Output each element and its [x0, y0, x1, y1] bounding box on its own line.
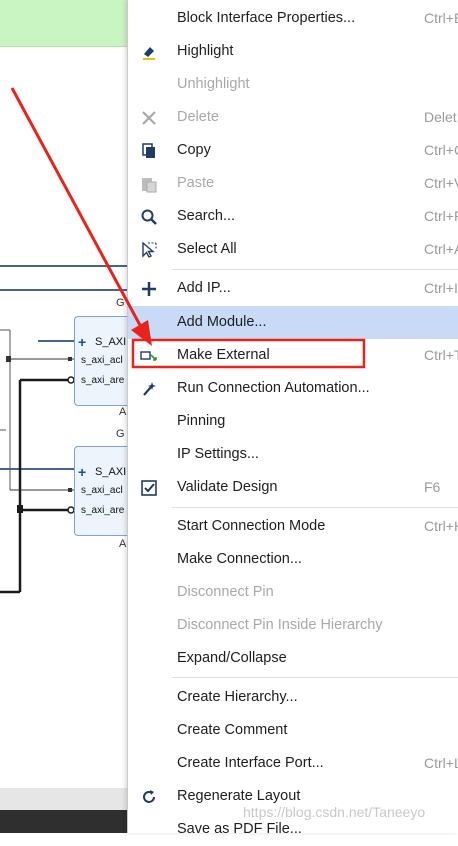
menu-item-block-interface-properties[interactable]: Block Interface Properties... Ctrl+E — [128, 2, 458, 35]
menu-item-make-external[interactable]: Make External Ctrl+T — [128, 339, 458, 372]
menu-item-label: Copy — [177, 142, 211, 158]
delete-icon — [142, 111, 156, 125]
port-s-axi: S_AXI — [95, 336, 127, 348]
highlight-icon — [143, 47, 155, 60]
menu-item-label: Paste — [177, 175, 215, 191]
menu-item-delete[interactable]: Delete Delet — [128, 101, 458, 134]
menu-item-create-hierarchy[interactable]: Create Hierarchy... — [128, 681, 458, 714]
menu-item-label: Disconnect Pin Inside Hierarchy — [177, 617, 383, 633]
menu-separator — [172, 677, 458, 678]
menu-item-run-connection-automation[interactable]: Run Connection Automation... — [128, 372, 458, 405]
menu-item-make-connection[interactable]: Make Connection... — [128, 543, 458, 576]
axi-gpio-block[interactable]: + S_AXI s_axi_acl s_axi_are — [74, 316, 132, 406]
search-icon — [141, 209, 157, 225]
menu-item-label: Make Connection... — [177, 551, 302, 567]
menu-item-unhighlight[interactable]: Unhighlight — [128, 68, 458, 101]
menu-item-label: Highlight — [177, 43, 234, 59]
menu-item-label: Add Module... — [177, 314, 267, 330]
menu-item-label: Expand/Collapse — [177, 650, 287, 666]
menu-item-shortcut: Ctrl+L — [424, 755, 458, 771]
menu-item-shortcut: F6 — [424, 479, 441, 495]
block-title: G — [116, 428, 125, 440]
expand-plus-icon[interactable]: + — [78, 465, 86, 479]
menu-item-shortcut: Ctrl+F — [424, 208, 458, 224]
block-footer: A — [119, 406, 127, 418]
menu-item-select-all[interactable]: Select All Ctrl+A — [128, 233, 458, 266]
menu-item-shortcut: Ctrl+H — [424, 518, 458, 534]
canvas-wires — [0, 265, 135, 594]
menu-item-expand-collapse[interactable]: Expand/Collapse — [128, 642, 458, 675]
port-s-axi-aclk: s_axi_acl — [81, 355, 123, 366]
port-s-axi-aclk: s_axi_acl — [81, 485, 123, 496]
make-external-icon — [140, 351, 157, 361]
menu-item-label: Delete — [177, 109, 219, 125]
add-icon — [142, 282, 156, 296]
watermark-text: https://blog.csdn.net/Taneeyo — [243, 804, 426, 820]
block-footer: A — [119, 538, 127, 550]
menu-item-shortcut: Ctrl+C — [424, 142, 458, 158]
select-all-icon — [142, 241, 157, 258]
menu-item-label: Regenerate Layout — [177, 788, 301, 804]
menu-item-pinning[interactable]: Pinning — [128, 405, 458, 438]
menu-item-shortcut: Delet — [424, 109, 457, 125]
menu-item-label: Run Connection Automation... — [177, 380, 370, 396]
menu-item-label: Create Comment — [177, 722, 288, 738]
menu-item-shortcut: Ctrl+E — [424, 10, 458, 26]
menu-item-shortcut: Ctrl+V — [424, 175, 458, 191]
paste-icon — [142, 178, 157, 193]
menu-item-validate-design[interactable]: Validate Design F6 — [128, 471, 458, 504]
menu-item-label: Select All — [177, 241, 237, 257]
expand-plus-icon[interactable]: + — [78, 335, 86, 349]
menu-item-label: Create Interface Port... — [177, 755, 324, 771]
menu-item-label: Save as PDF File... — [177, 821, 302, 837]
copy-icon — [142, 143, 155, 158]
menu-item-disconnect-pin[interactable]: Disconnect Pin — [128, 576, 458, 609]
menu-item-create-comment[interactable]: Create Comment — [128, 714, 458, 747]
menu-item-paste[interactable]: Paste Ctrl+V — [128, 167, 458, 200]
port-s-axi-aresetn: s_axi_are — [81, 375, 125, 386]
menu-item-label: Create Hierarchy... — [177, 689, 298, 705]
menu-item-label: Disconnect Pin — [177, 584, 274, 600]
menu-separator — [172, 269, 458, 270]
menu-item-start-connection-mode[interactable]: Start Connection Mode Ctrl+H — [128, 510, 458, 543]
menu-item-shortcut: Ctrl+T — [424, 347, 458, 363]
menu-item-label: Search... — [177, 208, 236, 224]
menu-item-highlight[interactable]: Highlight — [128, 35, 458, 68]
taskbar-strip — [0, 788, 135, 833]
context-menu: Block Interface Properties... Ctrl+E Hig… — [127, 0, 458, 837]
port-s-axi-aresetn: s_axi_are — [81, 505, 125, 516]
menu-item-shortcut: Ctrl+A — [424, 241, 458, 257]
menu-item-label: Start Connection Mode — [177, 518, 326, 534]
menu-item-label: Add IP... — [177, 280, 231, 296]
menu-item-add-ip[interactable]: Add IP... Ctrl+I — [128, 272, 458, 305]
menu-item-add-module[interactable]: Add Module... — [128, 306, 458, 339]
menu-item-disconnect-pin-inside-hierarchy[interactable]: Disconnect Pin Inside Hierarchy — [128, 609, 458, 642]
wand-icon — [143, 382, 156, 396]
menu-item-label: IP Settings... — [177, 446, 259, 462]
menu-item-search[interactable]: Search... Ctrl+F — [128, 200, 458, 233]
validate-icon — [141, 480, 157, 496]
port-s-axi: S_AXI — [95, 466, 127, 478]
axi-gpio-block[interactable]: + S_AXI s_axi_acl s_axi_are — [74, 446, 132, 536]
menu-item-ip-settings[interactable]: IP Settings... — [128, 438, 458, 471]
menu-item-create-interface-port[interactable]: Create Interface Port... Ctrl+L — [128, 747, 458, 780]
menu-item-label: Make External — [177, 347, 270, 363]
menu-item-label: Unhighlight — [177, 76, 250, 92]
menu-item-label: Block Interface Properties... — [177, 10, 356, 26]
block-title: G — [116, 297, 125, 309]
menu-separator — [172, 507, 458, 508]
menu-item-label: Validate Design — [177, 479, 278, 495]
menu-item-label: Pinning — [177, 413, 226, 429]
menu-item-copy[interactable]: Copy Ctrl+C — [128, 134, 458, 167]
menu-item-shortcut: Ctrl+I — [424, 280, 458, 296]
refresh-icon — [143, 790, 155, 803]
